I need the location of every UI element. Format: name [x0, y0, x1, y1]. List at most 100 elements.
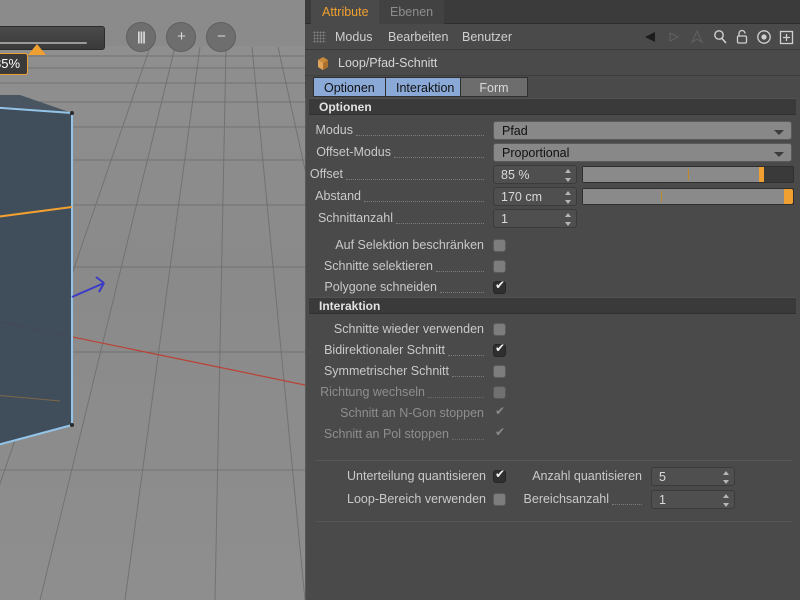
leader-dots — [452, 376, 484, 377]
attribute-manager-panel: Attribute Ebenen Modus Bearbeiten Benutz… — [305, 0, 800, 600]
label-bidirektionaler-wrap: Bidirektionaler Schnitt — [305, 340, 489, 361]
row-schnitte-wieder-verwenden: Schnitte wieder verwenden — [305, 319, 800, 340]
label-modus-wrap: Modus — [305, 120, 489, 141]
label-ngon-stoppen-wrap: Schnitt an N-Gon stoppen — [305, 403, 489, 424]
checkbox-symmetrischer-schnitt[interactable] — [493, 365, 506, 378]
leader-dots — [448, 355, 484, 356]
row-richtung-wechseln: Richtung wechseln — [305, 382, 800, 403]
checkbox-bidirektionaler-schnitt[interactable] — [493, 342, 506, 357]
spinner-icon[interactable] — [564, 169, 571, 182]
abstand-slider[interactable] — [582, 188, 794, 205]
label-polygone-schneiden: Polygone schneiden — [324, 280, 437, 294]
label-auf-selektion-beschraenken: Auf Selektion beschränken — [335, 238, 484, 252]
checkbox-auf-selektion-beschraenken[interactable] — [493, 239, 506, 252]
subtab-form[interactable]: Form — [460, 77, 528, 97]
label-polygone-schneiden-wrap: Polygone schneiden — [305, 277, 489, 298]
offset-slider-fill — [583, 167, 762, 182]
row-unterteilung-quantisieren: Unterteilung quantisieren — [305, 466, 515, 487]
menu-bearbeiten[interactable]: Bearbeiten — [388, 24, 448, 50]
label-modus: Modus — [315, 123, 353, 137]
label-pol-stoppen-wrap: Schnitt an Pol stoppen — [305, 424, 489, 445]
checkbox-polygone-schneiden[interactable] — [493, 279, 506, 294]
subtab-optionen[interactable]: Optionen — [313, 77, 386, 97]
add-icon[interactable] — [779, 30, 794, 45]
leader-dots — [612, 504, 642, 505]
label-abstand-wrap: Abstand — [305, 186, 489, 207]
label-abstand: Abstand — [315, 189, 361, 203]
grip-icon[interactable] — [313, 31, 326, 43]
leader-dots — [364, 201, 484, 202]
abstand-slider-fill — [583, 189, 785, 204]
label-symmetrischer-wrap: Symmetrischer Schnitt — [305, 361, 489, 382]
offset-slider-knob[interactable] — [758, 167, 764, 182]
leader-dots — [452, 439, 484, 440]
offset-value: 85 % — [501, 168, 530, 182]
bereichsanzahl-field[interactable]: 1 — [651, 490, 735, 509]
search-icon[interactable] — [712, 29, 728, 45]
row-offset-modus: Offset-Modus Proportional — [305, 142, 800, 163]
bottom-options-grid: Unterteilung quantisieren Loop-Bereich v… — [305, 466, 800, 514]
label-offset: Offset — [309, 167, 343, 181]
row-bidirektionaler-schnitt: Bidirektionaler Schnitt — [305, 340, 800, 361]
section-divider — [315, 460, 792, 461]
viewport-minus-button[interactable]: − — [206, 22, 236, 52]
checkbox-schnitt-an-ngon-stoppen — [493, 405, 506, 420]
tab-attribute[interactable]: Attribute — [311, 0, 380, 24]
label-loop-bereich-verwenden: Loop-Bereich verwenden — [347, 492, 486, 506]
row-offset: Offset 85 % — [305, 164, 800, 185]
row-anzahl-quantisieren: Anzahl quantisieren 5 — [521, 466, 800, 487]
subtab-interaktion[interactable]: Interaktion — [385, 77, 466, 97]
checkbox-schnitte-selektieren[interactable] — [493, 260, 506, 273]
loop-cut-icon — [318, 57, 328, 70]
anzahl-quantisieren-field[interactable]: 5 — [651, 467, 735, 486]
menu-benutzer[interactable]: Benutzer — [462, 24, 512, 50]
spinner-icon[interactable] — [564, 191, 571, 204]
section-header-optionen: Optionen — [309, 98, 796, 115]
spinner-icon[interactable] — [722, 471, 729, 484]
dropdown-modus[interactable]: Pfad — [493, 121, 792, 140]
schnittanzahl-value: 1 — [501, 212, 508, 226]
object-name: Loop/Pfad-Schnitt — [338, 56, 438, 70]
spinner-icon[interactable] — [564, 213, 571, 226]
leader-dots — [396, 223, 484, 224]
menu-modus[interactable]: Modus — [335, 24, 373, 50]
forward-arrow-icon[interactable] — [666, 30, 682, 44]
offset-number-field[interactable]: 85 % — [493, 165, 577, 184]
row-schnitt-an-pol-stoppen: Schnitt an Pol stoppen — [305, 424, 800, 445]
dropdown-offset-modus[interactable]: Proportional — [493, 143, 792, 162]
object-subtabs: Optionen Interaktion Form — [305, 76, 800, 98]
viewport-plus-button[interactable]: + — [166, 22, 196, 52]
triangle-up-marker-icon[interactable] — [28, 44, 46, 55]
checkbox-unterteilung-quantisieren[interactable] — [493, 468, 506, 483]
target-icon[interactable] — [756, 29, 772, 45]
label-unterteilung-quantisieren: Unterteilung quantisieren — [347, 469, 486, 483]
pin-icon[interactable] — [689, 29, 705, 45]
label-schnittanzahl-wrap: Schnittanzahl — [305, 208, 489, 229]
schnittanzahl-number-field[interactable]: 1 — [493, 209, 577, 228]
row-abstand: Abstand 170 cm — [305, 186, 800, 207]
leader-dots — [436, 271, 484, 272]
app-window: 85% ||| + − Attribute Ebenen Modus Bearb… — [0, 0, 800, 600]
dropdown-modus-value: Pfad — [502, 124, 528, 138]
abstand-slider-midmark — [660, 191, 662, 202]
abstand-number-field[interactable]: 170 cm — [493, 187, 577, 206]
leader-dots — [428, 397, 484, 398]
viewport-3d[interactable]: 85% ||| + − — [0, 0, 305, 600]
offset-slider[interactable] — [582, 166, 794, 183]
row-polygone-schneiden: Polygone schneiden — [305, 277, 800, 298]
viewport-hud-slider[interactable] — [0, 26, 105, 50]
spinner-icon[interactable] — [722, 494, 729, 507]
viewport-selected-box[interactable] — [0, 95, 170, 495]
checkbox-richtung-wechseln — [493, 386, 506, 399]
abstand-slider-knob[interactable] — [784, 189, 793, 204]
tab-ebenen[interactable]: Ebenen — [379, 0, 445, 24]
viewport-bars-button[interactable]: ||| — [126, 22, 156, 52]
bottom-divider — [315, 521, 792, 522]
label-offset-modus: Offset-Modus — [316, 145, 391, 159]
checkbox-loop-bereich-verwenden[interactable] — [493, 493, 506, 506]
lock-icon[interactable] — [735, 29, 749, 45]
back-arrow-icon[interactable] — [643, 30, 659, 44]
label-bereichsanzahl: Bereichsanzahl — [523, 492, 609, 506]
checkbox-schnitte-wieder-verwenden[interactable] — [493, 323, 506, 336]
bereichsanzahl-value: 1 — [659, 493, 666, 507]
